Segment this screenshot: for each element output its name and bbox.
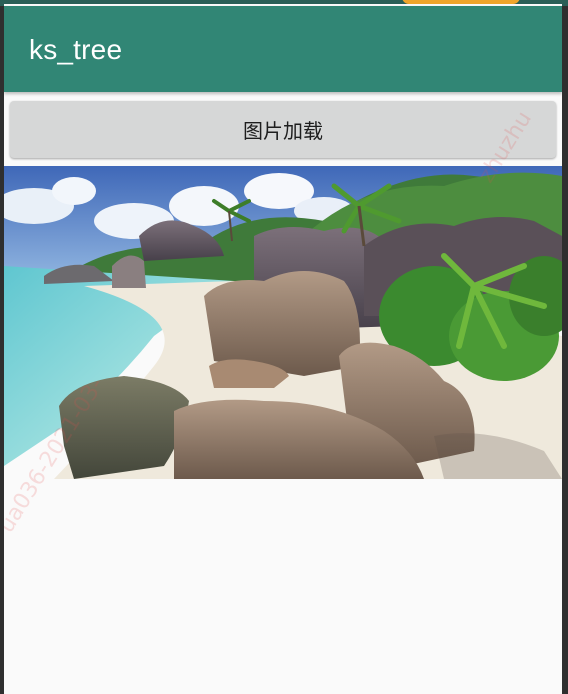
- app-screen: ks_tree 图片加载 ua036-2021-03-: [4, 4, 562, 694]
- app-title: ks_tree: [29, 34, 123, 65]
- device-frame: ks_tree 图片加载 ua036-2021-03-: [0, 0, 568, 694]
- app-bar: ks_tree: [4, 6, 562, 92]
- load-image-button[interactable]: 图片加载: [10, 101, 556, 158]
- beach-photo: [4, 166, 562, 479]
- loaded-image: [4, 166, 562, 479]
